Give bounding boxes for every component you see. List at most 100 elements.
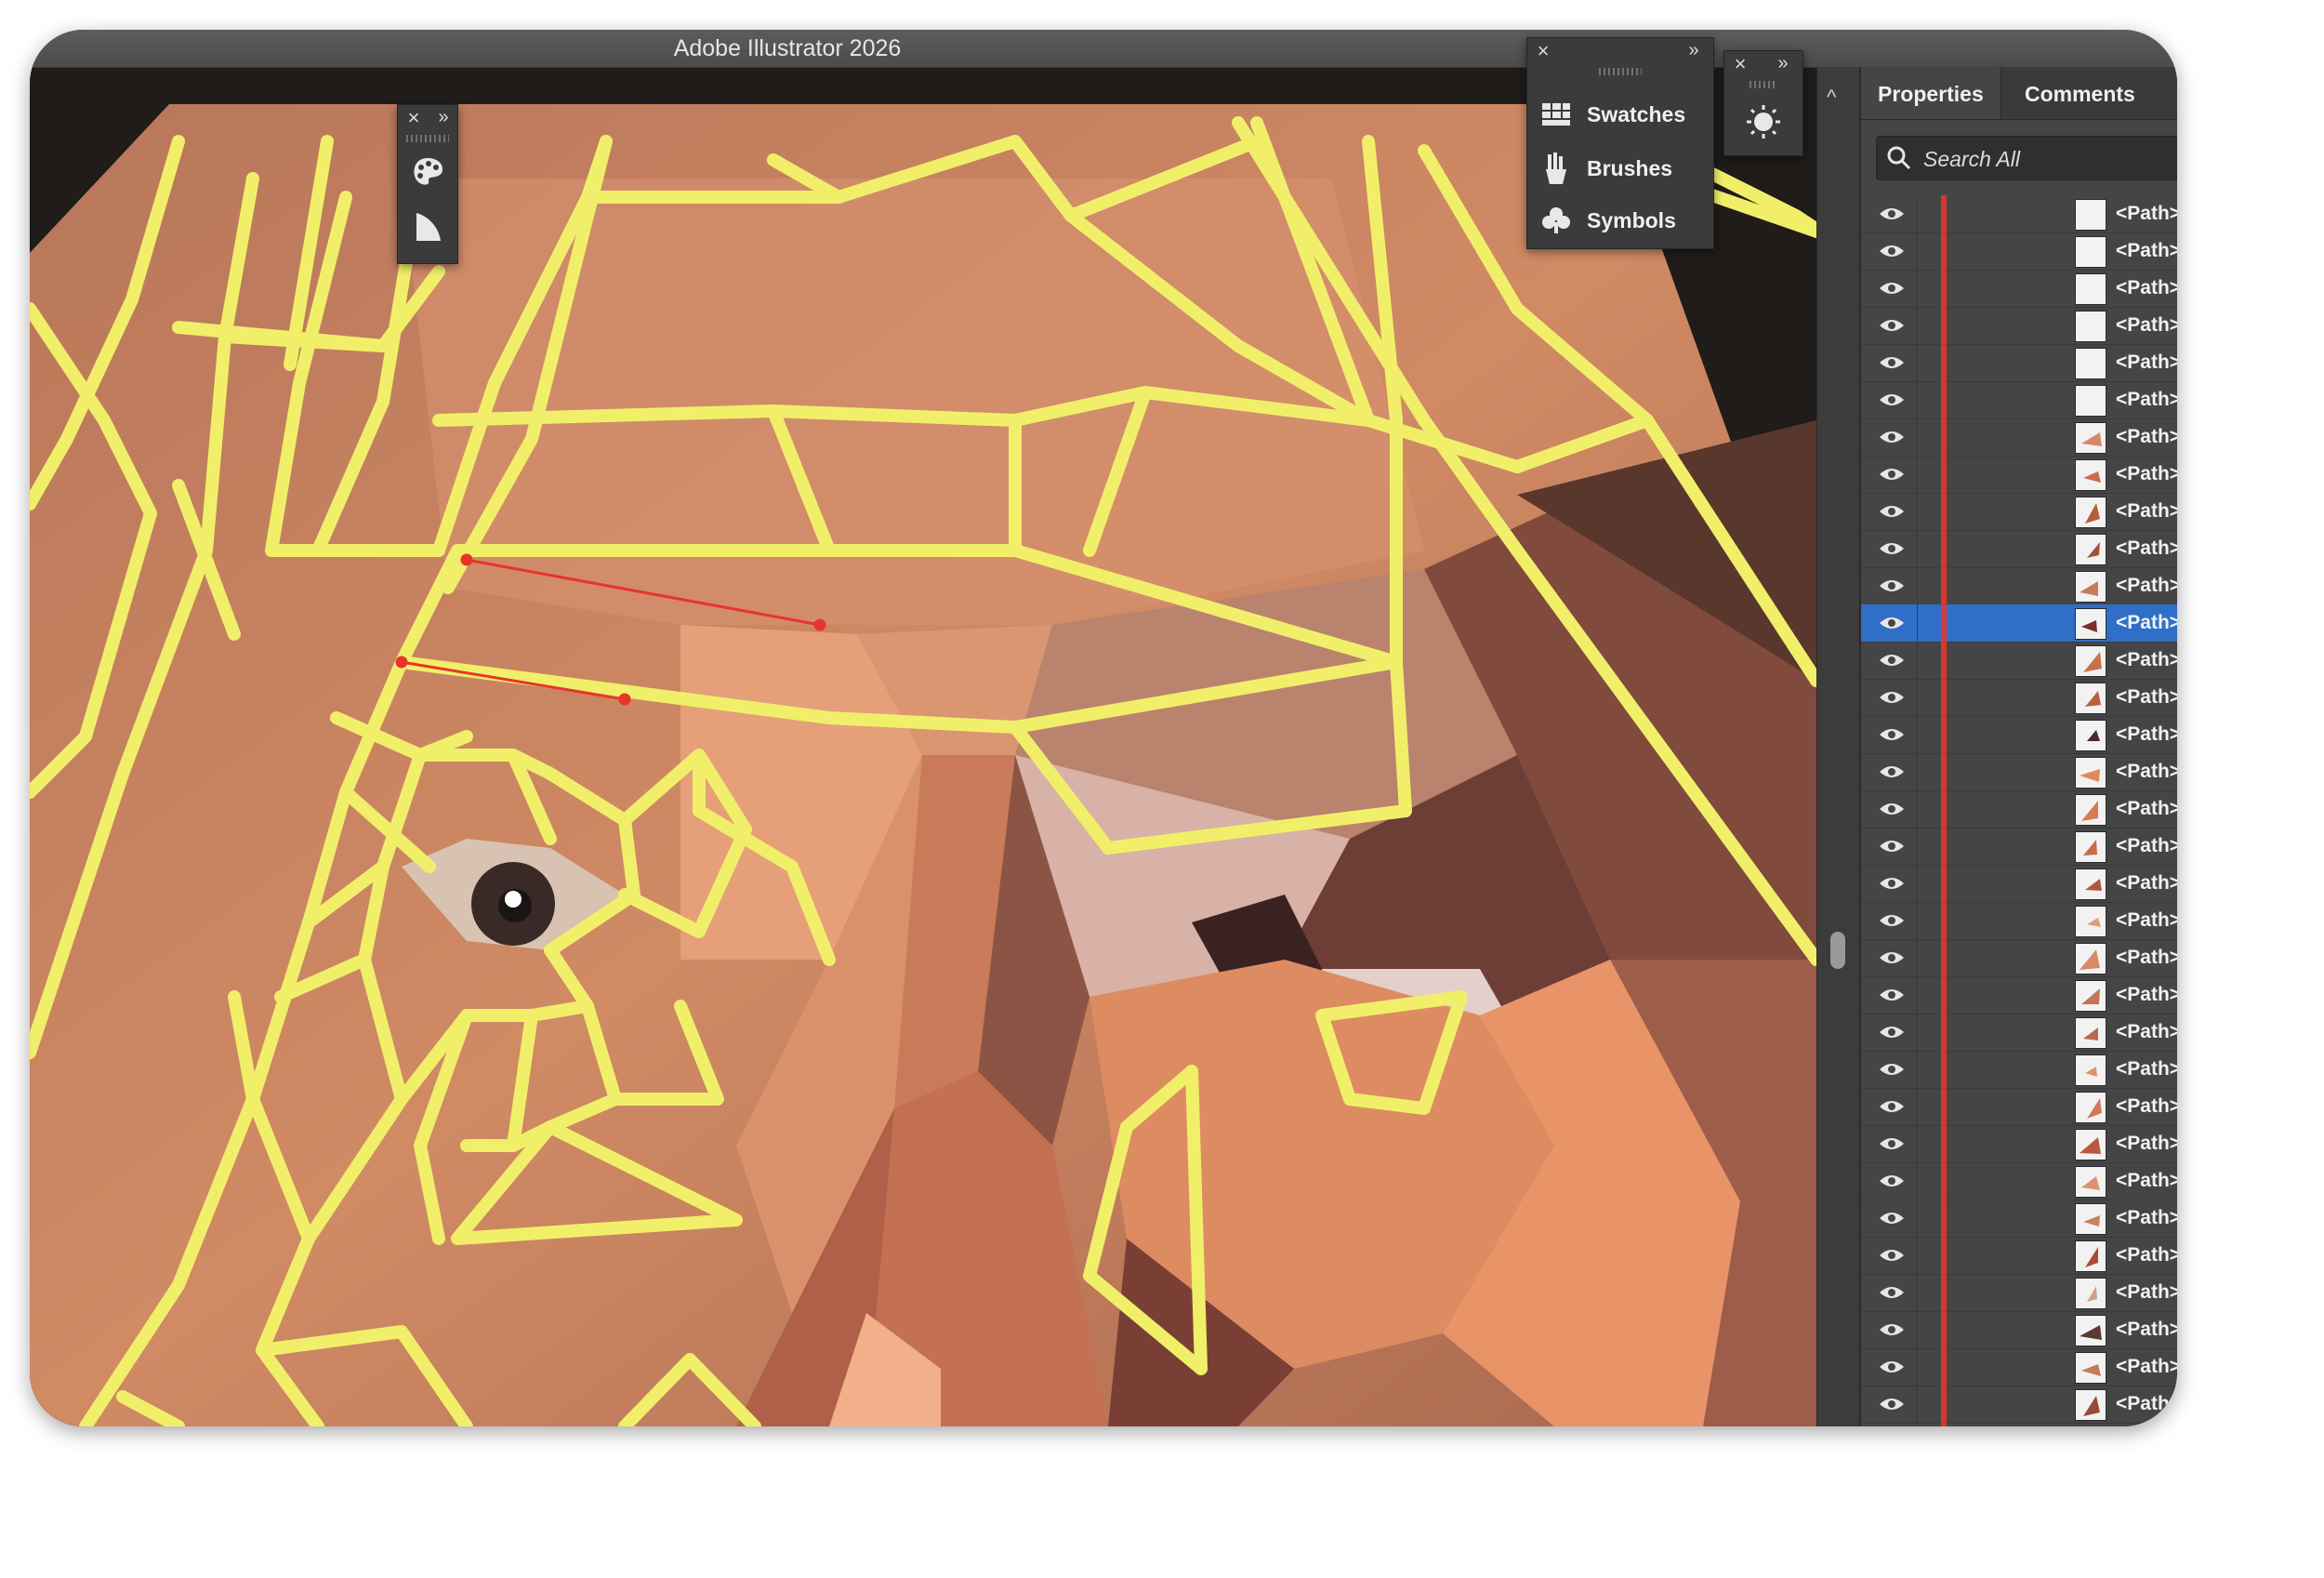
- tab-properties[interactable]: Properties: [1861, 67, 2001, 119]
- visibility-eye-icon[interactable]: [1878, 316, 1906, 335]
- layer-row[interactable]: <Path>: [1861, 1162, 2177, 1200]
- layer-row[interactable]: <Path>: [1861, 1088, 2177, 1126]
- visibility-eye-icon[interactable]: [1878, 874, 1906, 893]
- visibility-eye-icon[interactable]: [1878, 614, 1906, 632]
- drag-grip[interactable]: [406, 135, 449, 142]
- title-bar: Adobe Illustrator 2026: [30, 30, 2177, 68]
- layer-row[interactable]: <Path>: [1861, 679, 2177, 717]
- layer-row[interactable]: <Path>: [1861, 1051, 2177, 1089]
- visibility-eye-icon[interactable]: [1878, 577, 1906, 595]
- visibility-eye-icon[interactable]: [1878, 1023, 1906, 1041]
- visibility-eye-icon[interactable]: [1878, 1209, 1906, 1227]
- layer-row[interactable]: <Path>: [1861, 493, 2177, 531]
- visibility-eye-icon[interactable]: [1878, 1172, 1906, 1190]
- layer-row[interactable]: <Path>: [1861, 1125, 2177, 1163]
- layer-row[interactable]: <Path>: [1861, 865, 2177, 903]
- layer-thumbnail: [2075, 1315, 2106, 1346]
- layer-row[interactable]: <Path>: [1861, 642, 2177, 680]
- visibility-eye-icon[interactable]: [1878, 1320, 1906, 1339]
- layer-row[interactable]: <Path>: [1861, 939, 2177, 977]
- close-button[interactable]: ×: [1533, 38, 1553, 64]
- layer-name: <Path>: [2116, 1319, 2177, 1340]
- collapse-button[interactable]: »: [1682, 38, 1706, 64]
- layer-row[interactable]: <Path>: [1861, 344, 2177, 382]
- visibility-eye-icon[interactable]: [1878, 1246, 1906, 1265]
- scroll-up-button[interactable]: ^: [1827, 86, 1836, 110]
- close-button[interactable]: ×: [1730, 51, 1750, 77]
- visibility-eye-icon[interactable]: [1878, 725, 1906, 744]
- visibility-eye-icon[interactable]: [1878, 539, 1906, 558]
- visibility-eye-icon[interactable]: [1878, 1060, 1906, 1079]
- visibility-eye-icon[interactable]: [1878, 911, 1906, 930]
- row-divider: [1917, 902, 1918, 939]
- visibility-eye-icon[interactable]: [1878, 948, 1906, 967]
- layer-row[interactable]: <Path>: [1861, 1348, 2177, 1386]
- layer-thumbnail: [2075, 236, 2106, 268]
- visibility-eye-icon[interactable]: [1878, 1134, 1906, 1153]
- layer-row[interactable]: <Path>: [1861, 1014, 2177, 1052]
- visibility-eye-icon[interactable]: [1878, 391, 1906, 409]
- visibility-eye-icon[interactable]: [1878, 1283, 1906, 1302]
- layer-row[interactable]: <Path>: [1861, 270, 2177, 308]
- layer-row[interactable]: <Path>: [1861, 753, 2177, 791]
- floating-tools-titlebar[interactable]: × »: [398, 105, 457, 131]
- visibility-eye-icon[interactable]: [1878, 465, 1906, 484]
- layer-row[interactable]: <Path>: [1861, 976, 2177, 1014]
- drag-grip[interactable]: [1750, 81, 1777, 88]
- gradient-icon[interactable]: [409, 207, 446, 245]
- layer-row[interactable]: <Path>: [1861, 381, 2177, 419]
- visibility-eye-icon[interactable]: [1878, 651, 1906, 670]
- palette-icon[interactable]: [409, 153, 446, 191]
- visibility-eye-icon[interactable]: [1878, 1097, 1906, 1116]
- libraries-titlebar[interactable]: × »: [1527, 38, 1713, 64]
- layer-name: <Path>: [2116, 761, 2177, 782]
- row-divider: [1917, 716, 1918, 753]
- visibility-eye-icon[interactable]: [1878, 1395, 1906, 1413]
- layer-row[interactable]: <Path>: [1861, 1274, 2177, 1312]
- layer-row[interactable]: <Path>: [1861, 1200, 2177, 1238]
- layer-thumbnail: [2075, 311, 2106, 342]
- symbols-item[interactable]: Symbols: [1540, 196, 1676, 245]
- swatches-item[interactable]: Swatches: [1540, 90, 1685, 139]
- visibility-eye-icon[interactable]: [1878, 205, 1906, 223]
- scrollbar-thumb[interactable]: [1830, 932, 1845, 969]
- panel-scrollbar[interactable]: ^: [1816, 67, 1860, 1426]
- search-input[interactable]: [1921, 137, 2177, 181]
- layer-row[interactable]: <Path>: [1861, 195, 2177, 233]
- visibility-eye-icon[interactable]: [1878, 762, 1906, 781]
- visibility-eye-icon[interactable]: [1878, 353, 1906, 372]
- layer-row[interactable]: <Path>: [1861, 604, 2177, 643]
- visibility-eye-icon[interactable]: [1878, 242, 1906, 260]
- layer-row[interactable]: <Path>: [1861, 307, 2177, 345]
- layer-row[interactable]: <Path>: [1861, 1237, 2177, 1275]
- visibility-eye-icon[interactable]: [1878, 837, 1906, 855]
- collapse-button[interactable]: »: [431, 105, 456, 131]
- sun-icon[interactable]: [1745, 103, 1782, 140]
- layer-row[interactable]: <Path>: [1861, 1386, 2177, 1424]
- visibility-eye-icon[interactable]: [1878, 800, 1906, 818]
- layer-row[interactable]: <Path>: [1861, 567, 2177, 605]
- visibility-eye-icon[interactable]: [1878, 428, 1906, 446]
- layer-row[interactable]: <Path>: [1861, 902, 2177, 940]
- layer-row[interactable]: <Path>: [1861, 418, 2177, 457]
- tab-comments[interactable]: Comments: [2008, 67, 2152, 119]
- drag-grip[interactable]: [1599, 68, 1642, 75]
- layer-row[interactable]: <Path>: [1861, 1311, 2177, 1349]
- visibility-eye-icon[interactable]: [1878, 502, 1906, 521]
- layer-row[interactable]: <Path>: [1861, 530, 2177, 568]
- collapse-button[interactable]: »: [1771, 51, 1795, 77]
- visibility-eye-icon[interactable]: [1878, 688, 1906, 707]
- layer-row[interactable]: <Path>: [1861, 828, 2177, 866]
- visibility-eye-icon[interactable]: [1878, 1358, 1906, 1376]
- appearance-titlebar[interactable]: × »: [1724, 51, 1802, 77]
- close-button[interactable]: ×: [403, 105, 424, 131]
- layer-row[interactable]: <Path>: [1861, 716, 2177, 754]
- layer-row[interactable]: <Path>: [1861, 232, 2177, 271]
- brushes-item[interactable]: Brushes: [1540, 144, 1672, 192]
- layer-row[interactable]: <Path>: [1861, 790, 2177, 829]
- layer-search[interactable]: [1876, 136, 2177, 181]
- layer-name: <Path>: [2116, 1021, 2177, 1042]
- layer-row[interactable]: <Path>: [1861, 456, 2177, 494]
- visibility-eye-icon[interactable]: [1878, 986, 1906, 1004]
- visibility-eye-icon[interactable]: [1878, 279, 1906, 298]
